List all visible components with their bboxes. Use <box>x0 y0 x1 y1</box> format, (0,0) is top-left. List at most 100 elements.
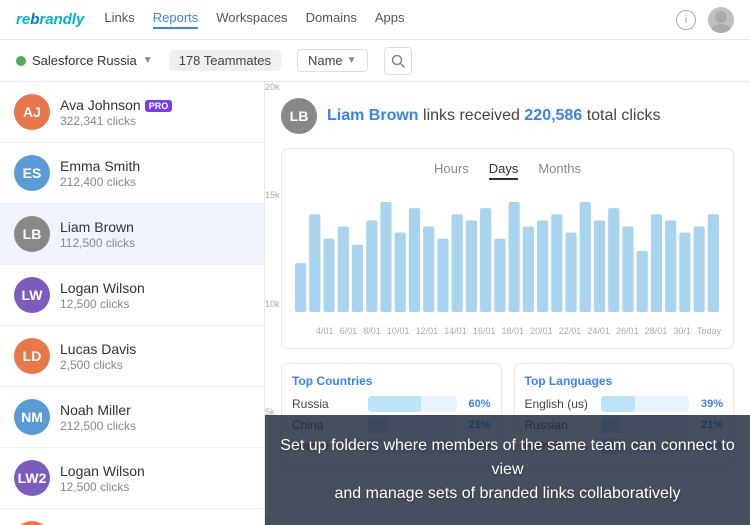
workspace-name: Salesforce Russia <box>32 53 137 68</box>
search-button[interactable] <box>384 47 412 75</box>
profile-title-suffix: total clicks <box>587 107 661 124</box>
card-bar-bg <box>368 396 457 412</box>
chart-bar <box>637 251 648 312</box>
nav-link-domains[interactable]: Domains <box>306 10 357 29</box>
info-icon[interactable]: i <box>676 10 696 30</box>
tab-days[interactable]: Days <box>489 161 519 180</box>
sidebar: AJ Ava JohnsonPRO 322,341 clicks ES Emma… <box>0 82 265 525</box>
user-info: Emma Smith 212,400 clicks <box>60 158 250 189</box>
chart-bar <box>565 233 576 312</box>
chart-bar <box>694 226 705 312</box>
chart-bar <box>622 226 633 312</box>
user-avatar: LD <box>14 338 50 374</box>
chart-container: Hours Days Months 0 5k 10k 15k 20k <box>281 148 734 349</box>
x-label: 18/01 <box>501 326 524 336</box>
user-avatar: LW <box>14 277 50 313</box>
user-info: Logan Wilson 12,500 clicks <box>60 463 250 494</box>
user-name: Logan Wilson <box>60 280 250 296</box>
chart-bar <box>338 226 349 312</box>
user-clicks: 212,500 clicks <box>60 419 250 433</box>
profile-title-prefix: links received <box>423 107 524 124</box>
card-label: English (us) <box>525 397 595 411</box>
logo: rebrandly <box>16 11 84 28</box>
overlay-text: Set up folders where members of the same… <box>265 434 750 506</box>
chart-bar <box>509 202 520 312</box>
user-avatar: AJ <box>14 94 50 130</box>
card-bar <box>368 396 421 412</box>
user-name: Logan Wilson <box>60 463 250 479</box>
x-label: 20/01 <box>530 326 553 336</box>
chart-bar <box>523 226 534 312</box>
user-avatar: LW2 <box>14 460 50 496</box>
x-label: 28/01 <box>645 326 668 336</box>
chart-bar <box>323 239 334 312</box>
sidebar-user-2[interactable]: LB Liam Brown 112,500 clicks <box>0 204 264 265</box>
chart-bar <box>352 245 363 312</box>
card-bar-bg <box>601 396 690 412</box>
chart-bar <box>537 220 548 312</box>
sort-button[interactable]: Name ▼ <box>297 49 368 72</box>
x-label: 10/01 <box>387 326 410 336</box>
profile-total-clicks: 220,586 <box>524 107 582 124</box>
teammates-count: 178 Teammates <box>169 50 281 71</box>
user-clicks: 12,500 clicks <box>60 297 250 311</box>
nav-link-reports[interactable]: Reports <box>153 10 199 29</box>
chart-bar <box>295 263 306 312</box>
chart-bar <box>651 214 662 312</box>
card-pct: 60% <box>463 398 491 410</box>
content-wrapper: LB Liam Brown links received 220,586 tot… <box>265 82 750 525</box>
x-label: 12/01 <box>416 326 439 336</box>
x-label: 26/01 <box>616 326 639 336</box>
sidebar-user-4[interactable]: LD Lucas Davis 2,500 clicks <box>0 326 264 387</box>
user-clicks: 212,400 clicks <box>60 175 250 189</box>
user-name: Noah Miller <box>60 402 250 418</box>
sidebar-user-5[interactable]: NM Noah Miller 212,500 clicks <box>0 387 264 448</box>
nav-link-links[interactable]: Links <box>104 10 134 29</box>
user-name: Lucas Davis <box>60 341 250 357</box>
chart-svg <box>294 192 721 322</box>
sort-label: Name <box>308 53 343 68</box>
card-pct: 39% <box>695 398 723 410</box>
user-clicks: 2,500 clicks <box>60 358 250 372</box>
chart-bar <box>409 208 420 312</box>
chart-bar <box>679 233 690 312</box>
profile-avatar: LB <box>281 98 317 134</box>
x-label: 14/01 <box>444 326 467 336</box>
sidebar-user-1[interactable]: ES Emma Smith 212,400 clicks <box>0 143 264 204</box>
user-avatar: NM <box>14 399 50 435</box>
tab-months[interactable]: Months <box>538 161 581 180</box>
x-label: 22/01 <box>559 326 582 336</box>
user-avatar: LB <box>14 216 50 252</box>
chart-bar <box>452 214 463 312</box>
chart-bar <box>594 220 605 312</box>
card-label: Russia <box>292 397 362 411</box>
sidebar-user-6[interactable]: LW2 Logan Wilson 12,500 clicks <box>0 448 264 509</box>
card-row: English (us) 39% <box>525 396 724 412</box>
profile-title: Liam Brown links received 220,586 total … <box>327 107 660 125</box>
sidebar-user-0[interactable]: AJ Ava JohnsonPRO 322,341 clicks <box>0 82 264 143</box>
x-label: Today <box>697 326 721 336</box>
chevron-down-icon: ▼ <box>143 55 153 66</box>
chart-x-labels: 4/016/018/0110/0112/0114/0116/0118/0120/… <box>294 322 721 336</box>
x-label: 30/1 <box>673 326 691 336</box>
user-info: Noah Miller 212,500 clicks <box>60 402 250 433</box>
user-clicks: 112,500 clicks <box>60 236 250 250</box>
x-label: 24/01 <box>587 326 610 336</box>
nav-link-apps[interactable]: Apps <box>375 10 405 29</box>
chart-bar <box>580 202 591 312</box>
navbar-left: rebrandly Links Reports Workspaces Domai… <box>16 10 405 29</box>
sidebar-user-7[interactable]: LD2 Lucas Davis 2,500 clicks <box>0 509 264 525</box>
tab-hours[interactable]: Hours <box>434 161 469 180</box>
sidebar-user-3[interactable]: LW Logan Wilson 12,500 clicks <box>0 265 264 326</box>
chart-bar <box>366 220 377 312</box>
user-avatar-nav[interactable] <box>708 7 734 33</box>
main-layout: AJ Ava JohnsonPRO 322,341 clicks ES Emma… <box>0 82 750 525</box>
workspace-selector[interactable]: Salesforce Russia ▼ <box>16 53 153 68</box>
user-avatar: ES <box>14 155 50 191</box>
user-info: Logan Wilson 12,500 clicks <box>60 280 250 311</box>
chart-bar <box>551 214 562 312</box>
chart-tabs: Hours Days Months <box>294 161 721 180</box>
chart-bar <box>395 233 406 312</box>
chevron-down-icon: ▼ <box>347 55 357 66</box>
nav-link-workspaces[interactable]: Workspaces <box>216 10 287 29</box>
